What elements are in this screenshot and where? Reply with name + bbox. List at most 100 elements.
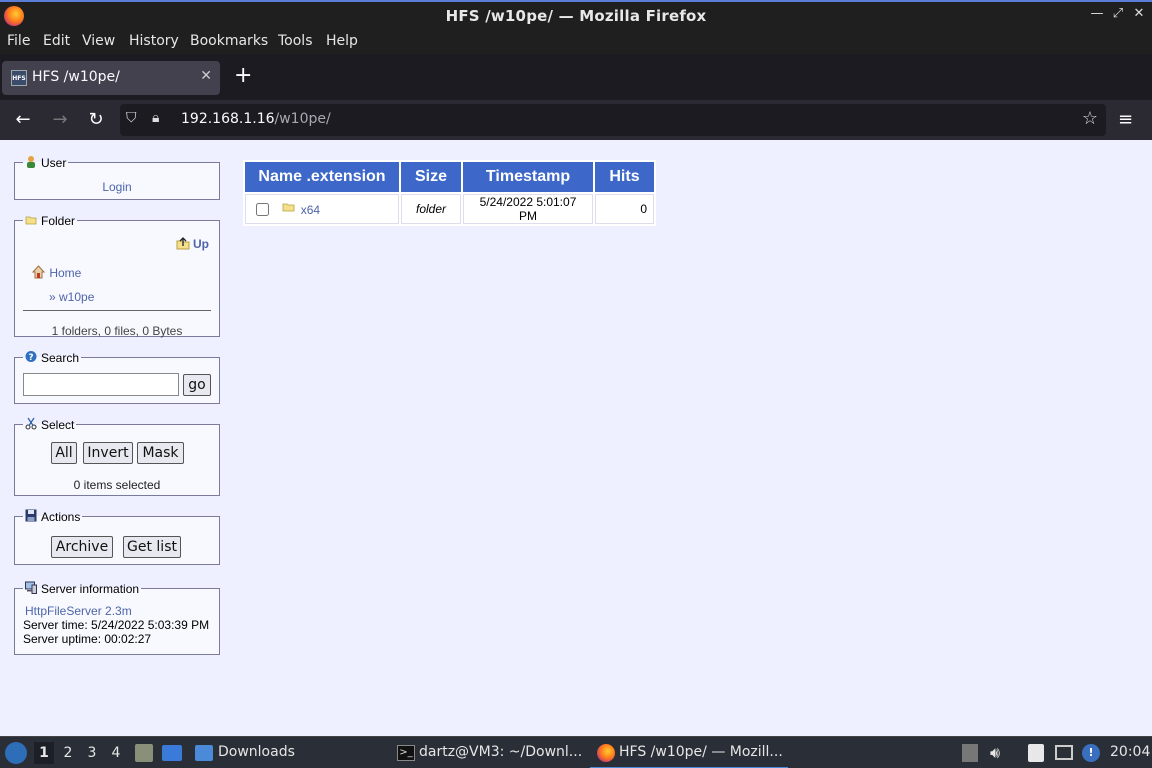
search-input[interactable] xyxy=(23,373,179,396)
bookmark-star-icon[interactable]: ☆ xyxy=(1082,108,1098,129)
folder-legend: Folder xyxy=(23,213,77,228)
tab-hfs[interactable]: HFS HFS /w10pe/ ✕ xyxy=(2,61,220,95)
tab-bar: HFS HFS /w10pe/ ✕ xyxy=(0,54,1152,100)
home-icon xyxy=(31,265,46,279)
terminal-icon: >_ xyxy=(397,745,415,761)
network-icon[interactable] xyxy=(1055,745,1073,760)
menu-tools[interactable]: Tools xyxy=(278,33,313,49)
server-computer-icon xyxy=(25,581,37,594)
hfs-version-link[interactable]: HttpFileServer 2.3m xyxy=(25,604,132,618)
file-hits-cell: 0 xyxy=(595,194,654,224)
insecure-lock-icon[interactable]: 🔒︎ xyxy=(152,110,159,126)
row-checkbox[interactable] xyxy=(256,203,269,216)
menu-help[interactable]: Help xyxy=(326,33,358,49)
file-name-cell: x64 xyxy=(245,194,399,224)
taskbar: 1 2 3 4 Downloads >_ dartz@VM3: ~/Downl.… xyxy=(0,736,1152,768)
tray-eject-icon[interactable] xyxy=(962,744,978,762)
tab-close-icon[interactable]: ✕ xyxy=(200,68,212,84)
user-legend: User xyxy=(23,155,68,170)
user-icon xyxy=(27,156,35,168)
file-size-cell: folder xyxy=(401,194,461,224)
app-menu-icon[interactable]: ≡ xyxy=(1118,109,1133,130)
workspace-4[interactable]: 4 xyxy=(106,742,126,764)
folder-summary: 1 folders, 0 files, 0 Bytes xyxy=(51,324,183,338)
server-info-legend: Server information xyxy=(23,581,141,596)
column-timestamp-header[interactable]: Timestamp xyxy=(463,162,593,192)
table-row: x64 folder 5/24/2022 5:01:07 PM 0 xyxy=(245,194,654,224)
reload-icon[interactable]: ↻ xyxy=(85,109,107,130)
menu-file[interactable]: File xyxy=(7,33,30,49)
server-info-panel: Server information HttpFileServer 2.3m S… xyxy=(14,581,220,655)
folder-panel: Folder Up Home » w10pe 1 folders, 0 file… xyxy=(14,213,220,338)
tracking-shield-icon[interactable]: ⛉ xyxy=(126,110,137,126)
back-icon[interactable]: ← xyxy=(12,109,34,130)
navigation-bar: ← → ↻ ⛉ 🔒︎ 192.168.1.16/w10pe/ ☆ ≡ xyxy=(0,100,1152,140)
hfs-favicon-icon: HFS xyxy=(11,70,27,86)
search-legend: ? Search xyxy=(23,350,81,365)
desktop-launcher-icon[interactable] xyxy=(162,745,182,761)
start-menu-icon[interactable] xyxy=(5,742,27,764)
window-title: HFS /w10pe/ — Mozilla Firefox xyxy=(445,7,707,25)
menu-bookmarks[interactable]: Bookmarks xyxy=(190,33,268,49)
folder-up-icon[interactable] xyxy=(176,236,190,250)
menu-edit[interactable]: Edit xyxy=(43,33,70,49)
actions-legend: Actions xyxy=(23,509,82,524)
column-hits-header[interactable]: Hits xyxy=(595,162,654,192)
window-titlebar: HFS /w10pe/ — Mozilla Firefox — ⤢ ✕ xyxy=(0,0,1152,30)
restore-icon[interactable]: ⤢ xyxy=(1109,6,1127,21)
select-panel: Select All Invert Mask 0 items selected xyxy=(14,417,220,496)
volume-icon[interactable]: 🔊︎ xyxy=(990,743,1000,763)
server-uptime: Server uptime: 00:02:27 xyxy=(23,632,152,646)
file-list-table: Name .extension Size Timestamp Hits x64 … xyxy=(243,160,656,226)
home-link[interactable]: Home xyxy=(49,266,81,280)
current-folder-link[interactable]: » w10pe xyxy=(49,290,94,304)
firefox-task[interactable]: HFS /w10pe/ — Mozill... xyxy=(619,744,783,760)
login-link[interactable]: Login xyxy=(102,180,131,194)
new-tab-icon[interactable]: + xyxy=(234,63,252,88)
clipboard-icon[interactable] xyxy=(1028,744,1044,762)
url-bar[interactable]: ⛉ 🔒︎ 192.168.1.16/w10pe/ ☆ xyxy=(120,104,1106,136)
url-text[interactable]: 192.168.1.16/w10pe/ xyxy=(181,111,331,127)
folder-divider xyxy=(23,310,211,311)
help-question-icon: ? xyxy=(25,351,37,363)
menu-history[interactable]: History xyxy=(129,33,179,49)
archive-button[interactable]: Archive xyxy=(51,536,113,558)
forward-icon[interactable]: → xyxy=(49,109,71,130)
workspace-1[interactable]: 1 xyxy=(34,742,54,764)
page-content: User Login Folder Up Home » w10pe 1 fold… xyxy=(0,140,1152,736)
downloads-folder-icon xyxy=(195,745,213,761)
actions-panel: Actions Archive Get list xyxy=(14,509,220,565)
folder-icon xyxy=(282,203,295,212)
scissors-icon xyxy=(25,417,37,430)
clock: 20:04 xyxy=(1110,744,1151,760)
workspace-3[interactable]: 3 xyxy=(82,742,102,764)
close-window-icon[interactable]: ✕ xyxy=(1130,6,1148,21)
svg-text:?: ? xyxy=(28,353,33,363)
up-link[interactable]: Up xyxy=(193,237,209,251)
menu-view[interactable]: View xyxy=(82,33,115,49)
menu-bar: File Edit View History Bookmarks Tools H… xyxy=(0,30,1152,54)
folder-link[interactable]: x64 xyxy=(301,203,320,217)
get-list-button[interactable]: Get list xyxy=(123,536,181,558)
column-size-header[interactable]: Size xyxy=(401,162,461,192)
select-invert-button[interactable]: Invert xyxy=(83,442,133,464)
server-time: Server time: 5/24/2022 5:03:39 PM xyxy=(23,618,210,632)
file-timestamp-cell: 5/24/2022 5:01:07 PM xyxy=(463,194,593,224)
file-manager-launcher-icon[interactable] xyxy=(135,744,153,762)
file-table-header-row: Name .extension Size Timestamp Hits xyxy=(245,162,654,192)
minimize-icon[interactable]: — xyxy=(1088,6,1106,21)
notification-icon[interactable]: ! xyxy=(1082,744,1100,762)
select-mask-button[interactable]: Mask xyxy=(137,442,184,464)
column-name-header[interactable]: Name .extension xyxy=(245,162,399,192)
selection-status: 0 items selected xyxy=(73,478,161,492)
downloads-task[interactable]: Downloads xyxy=(218,744,295,760)
select-legend: Select xyxy=(23,417,76,432)
firefox-task-icon xyxy=(597,744,615,762)
search-go-button[interactable]: go xyxy=(183,374,211,396)
select-all-button[interactable]: All xyxy=(51,442,77,464)
user-panel: User Login xyxy=(14,155,220,200)
workspace-2[interactable]: 2 xyxy=(58,742,78,764)
tab-label: HFS /w10pe/ xyxy=(32,69,120,85)
terminal-task[interactable]: dartz@VM3: ~/Downl... xyxy=(419,744,582,760)
folder-icon xyxy=(25,216,37,225)
